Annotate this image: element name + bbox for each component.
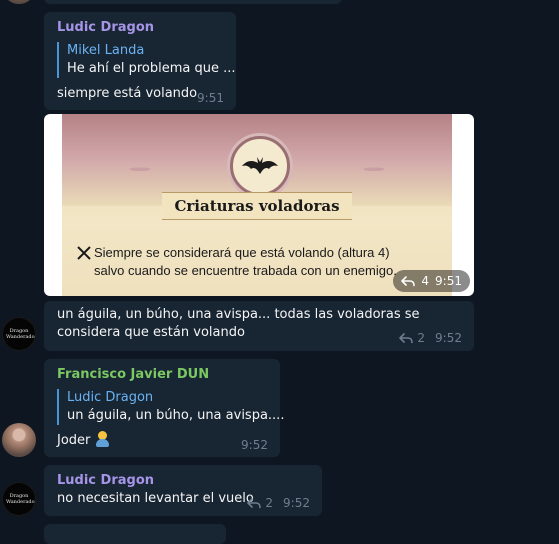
message-time: 9:52 bbox=[241, 438, 268, 452]
message-text-content: Joder bbox=[57, 433, 91, 448]
message-meta: 2 9:52 bbox=[247, 496, 310, 510]
forward-count: 2 bbox=[265, 496, 274, 510]
avatar-ludic-dragon[interactable]: Dragon Wanderado bbox=[2, 317, 36, 351]
message-bubble: Francisco Javier DUN Ludic Dragon un águ… bbox=[44, 359, 284, 457]
bat-emblem bbox=[230, 136, 290, 196]
avatar-ludic-dragon[interactable]: Dragon Wanderado bbox=[2, 482, 36, 516]
message-bubble-partial-top bbox=[44, 0, 342, 4]
reply-text: un águila, un búho, una avispa.... bbox=[67, 408, 285, 423]
message-meta: 2 9:52 bbox=[399, 331, 462, 345]
forward-count: 2 bbox=[417, 331, 426, 345]
avatar-watermark: Dragon Wanderado bbox=[6, 328, 35, 340]
sender-name[interactable]: Ludic Dragon bbox=[57, 20, 154, 35]
avatar-francisco[interactable] bbox=[2, 423, 36, 457]
avatar-watermark: Dragon Wanderado bbox=[6, 493, 35, 505]
message-text: Joder bbox=[57, 431, 110, 450]
message-time: 9:51 bbox=[435, 274, 462, 288]
reply-quote[interactable]: Ludic Dragon un águila, un búho, una avi… bbox=[57, 389, 284, 425]
image-meta: 4 9:51 bbox=[393, 270, 470, 292]
message-text: un águila, un búho, una avispa... todas … bbox=[57, 307, 420, 340]
message-time: 9:52 bbox=[435, 331, 462, 345]
avatar-partial-top[interactable] bbox=[2, 0, 36, 4]
sender-name[interactable]: Francisco Javier DUN bbox=[57, 367, 209, 382]
message-meta: 9:51 bbox=[197, 91, 224, 105]
forward-count: 4 bbox=[421, 274, 430, 288]
message-bubble: un águila, un búho, una avispa... todas … bbox=[44, 301, 474, 351]
image-message[interactable]: Criaturas voladoras Siempre se considera… bbox=[44, 114, 474, 296]
card-title: Criaturas voladoras bbox=[162, 192, 352, 220]
card-image: Criaturas voladoras Siempre se considera… bbox=[62, 114, 452, 296]
forward-icon[interactable] bbox=[399, 332, 414, 344]
forward-icon[interactable] bbox=[247, 497, 262, 509]
message-meta: 9:52 bbox=[241, 438, 268, 452]
message-text: siempre está volando bbox=[57, 86, 198, 101]
message-bubble: Ludic Dragon Mikel Landa He ahí el probl… bbox=[44, 12, 236, 110]
reply-name: Ludic Dragon bbox=[67, 390, 154, 405]
sender-name[interactable]: Ludic Dragon bbox=[57, 473, 154, 488]
message-bubble: Ludic Dragon no necesitan levantar el vu… bbox=[44, 465, 322, 516]
bat-icon bbox=[242, 157, 278, 174]
reply-quote[interactable]: Mikel Landa He ahí el problema que ... bbox=[57, 42, 236, 78]
person-emoji bbox=[95, 431, 110, 447]
card-text: Siempre se considerará que está volando … bbox=[94, 245, 397, 278]
message-bubble-partial-bottom bbox=[44, 524, 226, 544]
message-text: no necesitan levantar el vuelo bbox=[57, 491, 254, 506]
reply-name: Mikel Landa bbox=[67, 43, 145, 58]
reply-text: He ahí el problema que ... bbox=[67, 61, 236, 76]
message-time: 9:52 bbox=[283, 496, 310, 510]
forward-icon[interactable] bbox=[401, 275, 416, 287]
message-time: 9:51 bbox=[197, 91, 224, 105]
crossed-swords-icon bbox=[77, 246, 91, 260]
